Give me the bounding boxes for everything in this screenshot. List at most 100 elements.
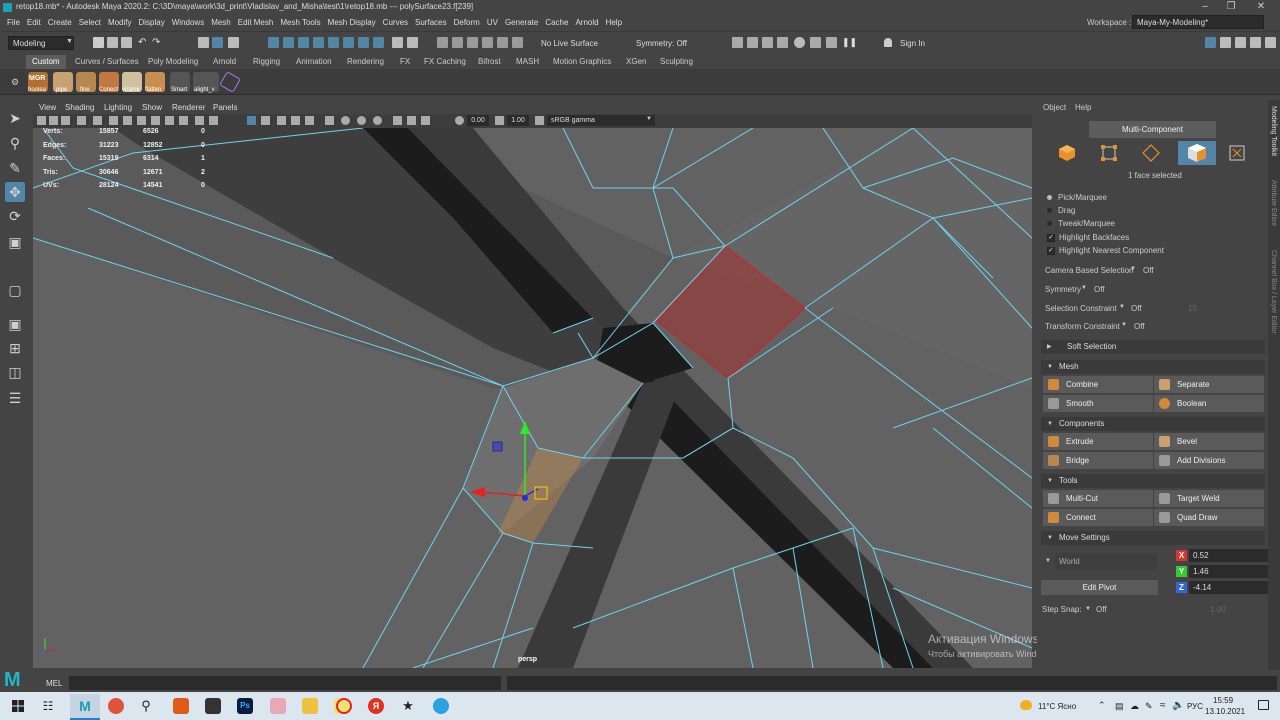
clock-date[interactable]: 13.10.2021 [1205, 707, 1245, 716]
bridge-button[interactable]: Bridge [1043, 452, 1153, 469]
mesh-section-header[interactable]: Mesh [1041, 360, 1265, 374]
reflect-icon[interactable] [512, 37, 523, 48]
close-icon[interactable]: ✕ [1250, 0, 1272, 14]
shelf-smart-button[interactable]: Smart [170, 72, 190, 93]
folder-icon[interactable] [302, 698, 318, 714]
single-view-icon[interactable]: ▣ [5, 314, 25, 334]
bookmark-icon[interactable] [61, 116, 70, 125]
highlight-backfaces-checkbox[interactable]: ✓ Highlight Backfaces [1047, 233, 1129, 242]
mtk-menu-help[interactable]: Help [1075, 103, 1091, 112]
quad-draw-button[interactable]: Quad Draw [1154, 509, 1264, 526]
step-snap-arrow-icon[interactable]: ▼ [1085, 606, 1091, 612]
symmetry-arrow-icon[interactable]: ▼ [1081, 285, 1087, 291]
selection-constraint-arrow-icon[interactable]: ▼ [1119, 304, 1125, 310]
move-settings-section-header[interactable]: Move Settings [1041, 531, 1265, 545]
xray-components-icon[interactable] [421, 116, 430, 125]
menu-uv[interactable]: UV [487, 18, 498, 27]
ipr-icon[interactable] [762, 37, 773, 48]
tray-chevron-icon[interactable]: ⌃ [1098, 700, 1106, 711]
camera-based-arrow-icon[interactable]: ▼ [1130, 266, 1136, 272]
tweak-icon[interactable] [497, 37, 508, 48]
multi-component-button[interactable]: Multi-Component [1089, 121, 1216, 138]
snap-grid-icon[interactable] [268, 37, 279, 48]
field-chart-icon[interactable] [151, 116, 160, 125]
viewport-persp[interactable]: Verts: 15857 6526 0 Edges: 31223 12852 0 Faces… [33, 128, 1032, 668]
gamma-field[interactable]: 1.00 [507, 115, 529, 126]
edge-mode-icon[interactable] [1141, 143, 1161, 163]
yandex-icon[interactable]: Я [368, 698, 384, 714]
lasso-tool-icon[interactable]: ⚲ [5, 133, 25, 153]
edit-pivot-button[interactable]: Edit Pivot [1041, 580, 1158, 595]
notifications-icon[interactable] [1258, 700, 1269, 710]
shelf-boolean-button[interactable]: MGR boolea [28, 72, 48, 93]
textured-icon[interactable] [277, 116, 286, 125]
select-object-icon[interactable] [212, 37, 223, 48]
paint-app-icon[interactable] [270, 698, 286, 714]
step-snap-value[interactable]: Off [1096, 605, 1107, 614]
shelf-tab-curves-surfaces[interactable]: Curves / Surfaces [75, 57, 139, 66]
menu-deform[interactable]: Deform [454, 18, 480, 27]
camera-select-icon[interactable] [37, 116, 46, 125]
z-field[interactable]: -4.14 [1189, 581, 1269, 594]
history-icon[interactable] [437, 37, 448, 48]
shelf-connect-button[interactable]: Conect [99, 72, 119, 93]
wireframe-on-shaded-icon[interactable] [247, 116, 256, 125]
shelf-pipe-button[interactable]: pipe [53, 72, 73, 93]
menu-set-dropdown[interactable]: Modeling [8, 36, 74, 50]
network-icon[interactable]: ▤ [1115, 701, 1124, 712]
shelf-viramk-button[interactable]: viramk [122, 72, 142, 93]
exposure-field[interactable]: 0.00 [467, 115, 489, 126]
search-icon[interactable]: ⚲ [138, 698, 154, 714]
menu-file[interactable]: File [7, 18, 20, 27]
uv-mode-icon[interactable] [1227, 143, 1247, 163]
smooth-button[interactable]: Smooth [1043, 395, 1153, 412]
two-view-icon[interactable]: ◫ [5, 362, 25, 382]
wireframe-icon[interactable] [195, 116, 204, 125]
snap-curve-icon[interactable] [283, 37, 294, 48]
transform-constraint-value[interactable]: Off [1134, 322, 1145, 331]
shelf-tab-mash[interactable]: MASH [516, 57, 539, 66]
outliner-view-icon[interactable]: ☰ [5, 388, 25, 408]
yandex-browser-icon[interactable] [108, 698, 124, 714]
outliner-toggle-icon[interactable] [1265, 37, 1276, 48]
photoshop-icon[interactable]: Ps [237, 698, 253, 714]
boolean-button[interactable]: Boolean [1154, 395, 1264, 412]
shelf-cube-button[interactable] [219, 71, 241, 93]
pause-icon[interactable]: ❚❚ [842, 37, 857, 48]
xray-icon[interactable] [261, 116, 270, 125]
command-language-label[interactable]: MEL [46, 679, 62, 688]
film-gate-icon[interactable] [109, 116, 118, 125]
snap-edge-icon[interactable] [358, 37, 369, 48]
shelf-settings-icon[interactable]: ⚙ [11, 77, 19, 88]
viewport-menu-shading[interactable]: Shading [65, 103, 94, 112]
camera-attr-icon[interactable] [49, 116, 58, 125]
x-field[interactable]: 0.52 [1189, 549, 1269, 562]
four-view-icon[interactable]: ⊞ [5, 338, 25, 358]
wire-tool-icon[interactable] [452, 37, 463, 48]
menu-edit-mesh[interactable]: Edit Mesh [238, 18, 274, 27]
resolution-gate-icon[interactable] [123, 116, 132, 125]
shelf-tab-animation[interactable]: Animation [296, 57, 332, 66]
anti-alias-icon[interactable] [357, 116, 366, 125]
shelf-alight-button[interactable]: alight_v [193, 72, 219, 93]
y-field[interactable]: 1.46 [1189, 565, 1269, 578]
menu-edit[interactable]: Edit [27, 18, 41, 27]
connect-button[interactable]: Connect [1043, 509, 1153, 526]
office-icon[interactable] [173, 698, 189, 714]
pick-marquee-option[interactable]: Pick/Marquee [1047, 193, 1107, 202]
snap-face-icon[interactable] [373, 37, 384, 48]
shelf-tab-rigging[interactable]: Rigging [253, 57, 280, 66]
space-dropdown[interactable]: World [1055, 553, 1157, 570]
selection-constraint-amount[interactable]: 15 [1188, 304, 1197, 313]
soft-selection-section[interactable]: Soft Selection [1041, 340, 1265, 354]
paint-select-tool-icon[interactable]: ✎ [5, 158, 25, 178]
gate-mask-icon[interactable] [137, 116, 146, 125]
object-mode-icon[interactable] [1057, 143, 1077, 163]
components-section-header[interactable]: Components [1041, 417, 1265, 431]
menu-generate[interactable]: Generate [505, 18, 538, 27]
move-tool-icon[interactable]: ✥ [5, 182, 25, 202]
menu-mesh-display[interactable]: Mesh Display [328, 18, 376, 27]
side-tab-channel-box[interactable]: Channel Box / Layer Editor [1270, 250, 1277, 334]
lasso-icon[interactable] [467, 37, 478, 48]
menu-select[interactable]: Select [79, 18, 101, 27]
